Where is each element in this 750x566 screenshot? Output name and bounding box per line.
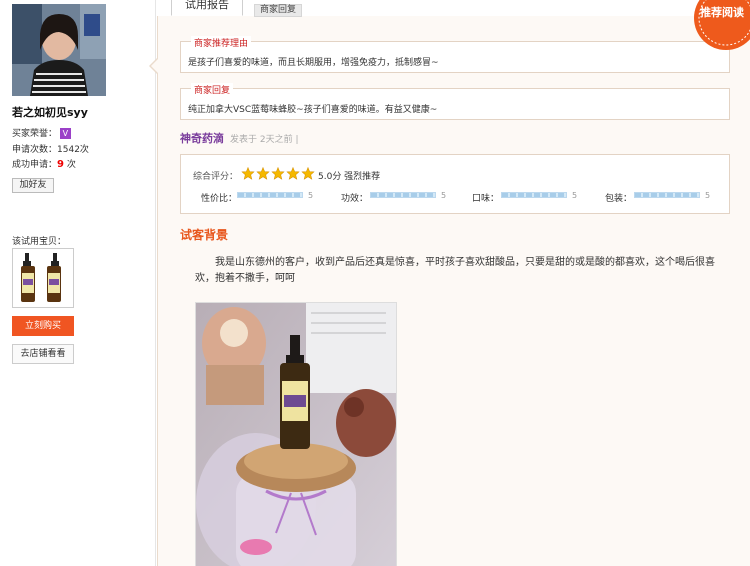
success-count-value: 9 — [57, 159, 64, 170]
visit-shop-button[interactable]: 去店铺看看 — [12, 344, 74, 364]
merchant-reply-title: 商家回复 — [191, 83, 234, 96]
review-photo[interactable] — [195, 302, 397, 566]
sub-rating-label: 性价比： — [201, 194, 238, 204]
apply-count-label: 申请次数： — [12, 145, 58, 155]
merchant-reply-text: 纯正加拿大VSC蓝莓味蜂胶~孩子们喜爱的味道。有益又健康~ — [188, 105, 438, 115]
vip-level-icon: V — [59, 128, 71, 139]
star-icon — [256, 167, 270, 180]
sub-rating-label: 功效： — [341, 194, 369, 204]
user-sidebar: 若之如初见syy 买家荣誉： V 申请次数：1542次 成功申请：9 次 加好友… — [0, 0, 156, 566]
tab-trial-report[interactable]: 试用报告 — [171, 0, 243, 16]
report-frame: 商家推荐理由 是孩子们喜爱的味道，而且长期服用，增强免疫力，抵制感冒~ 商家回复… — [149, 16, 750, 566]
sub-rating-label: 口味： — [472, 194, 500, 204]
seal-text: 推荐阅读 — [700, 5, 744, 19]
success-count-unit: 次 — [63, 160, 76, 170]
merchant-reason-text: 是孩子们喜爱的味道，而且长期服用，增强免疫力，抵制感冒~ — [188, 58, 439, 68]
merchant-reply-box: 商家回复 纯正加拿大VSC蓝莓味蜂胶~孩子们喜爱的味道。有益又健康~ — [180, 83, 730, 120]
buyer-reputation-label: 买家荣誉： — [12, 129, 58, 139]
buyer-reputation: 买家荣誉： V — [12, 126, 71, 139]
review-text: 我是山东德州的客户，收到产品后还真是惊喜，平时孩子喜欢甜酸品，只要是甜的或是酸的… — [195, 257, 715, 284]
sub-rating-value: 5 — [308, 191, 314, 200]
username: 若之如初见syy — [12, 106, 88, 119]
sub-rating-value: 5 — [441, 191, 447, 200]
overall-rating-label: 综合评分： — [193, 172, 239, 182]
section-title: 试客背景 — [180, 228, 229, 242]
sub-rating-bar — [634, 192, 700, 198]
sub-rating-bar — [237, 192, 303, 198]
author-name[interactable]: 神奇药滴 — [180, 130, 224, 146]
apply-count-value: 1542次 — [57, 145, 89, 155]
buy-now-button[interactable]: 立刻购买 — [12, 316, 74, 336]
tab-merchant-reply[interactable]: 商家回复 — [254, 4, 302, 17]
sub-rating-bar — [501, 192, 567, 198]
success-count: 成功申请：9 次 — [12, 157, 76, 170]
star-icon — [301, 167, 315, 180]
product-thumbnail[interactable] — [12, 248, 74, 308]
avatar[interactable] — [12, 4, 106, 96]
add-friend-button[interactable]: 加好友 — [12, 178, 54, 193]
sub-rating-label: 包装： — [605, 194, 633, 204]
overall-score: 5.0分 强烈推荐 — [318, 172, 381, 182]
sub-rating-bar — [370, 192, 436, 198]
merchant-reason-title: 商家推荐理由 — [191, 36, 252, 49]
sub-rating-value: 5 — [572, 191, 578, 200]
success-count-label: 成功申请： — [12, 160, 58, 170]
star-icon — [286, 167, 300, 180]
post-time: 发表于 2天之前 | — [230, 135, 299, 145]
star-icon — [271, 167, 285, 180]
sub-rating-value: 5 — [705, 191, 711, 200]
rating-box: 综合评分： 5.0分 强烈推荐 性价比： 5 功效： 5 口味： 5 包装： 5 — [180, 154, 730, 214]
trial-product-label: 该试用宝贝： — [12, 237, 67, 247]
apply-count: 申请次数：1542次 — [12, 142, 89, 155]
report-main: 商家推荐理由 是孩子们喜爱的味道，而且长期服用，增强免疫力，抵制感冒~ 商家回复… — [149, 0, 750, 566]
merchant-reason-box: 商家推荐理由 是孩子们喜爱的味道，而且长期服用，增强免疫力，抵制感冒~ — [180, 36, 730, 73]
recommended-seal: 推荐阅读 — [692, 0, 750, 50]
star-icon — [241, 167, 255, 180]
